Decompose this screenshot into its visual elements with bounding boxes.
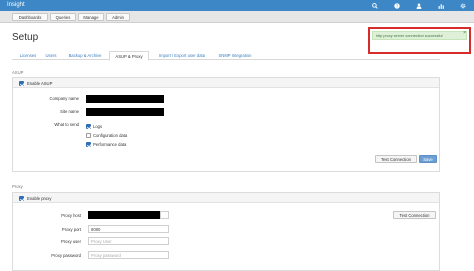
tab-import-export[interactable]: Import / Export user data bbox=[150, 51, 214, 60]
enable-proxy-label: Enable proxy bbox=[27, 196, 52, 201]
nav-admin[interactable]: Admin bbox=[106, 13, 130, 21]
company-name-field[interactable] bbox=[86, 95, 164, 103]
save-button[interactable]: Save bbox=[419, 155, 437, 163]
proxy-password-input[interactable]: Proxy password bbox=[88, 251, 169, 259]
enable-asup-checkbox[interactable] bbox=[19, 81, 24, 86]
enable-proxy-checkbox[interactable] bbox=[19, 196, 24, 201]
proxy-host-field-edge bbox=[160, 211, 169, 219]
top-icons: ? bbox=[364, 0, 474, 11]
asup-section-label: ASUP bbox=[12, 70, 24, 75]
gear-icon[interactable] bbox=[452, 0, 474, 11]
tab-snmp-integration[interactable]: SNMP Integration bbox=[215, 51, 255, 60]
proxy-host-field[interactable] bbox=[88, 211, 160, 219]
proxy-host-label: Proxy host bbox=[61, 213, 81, 218]
top-bar: Insight ? bbox=[0, 0, 474, 11]
proxy-test-connection-button[interactable]: Test Connection bbox=[393, 211, 436, 219]
performance-data-checkbox[interactable] bbox=[86, 142, 91, 147]
tab-licenses[interactable]: Licenses bbox=[15, 51, 41, 60]
logs-label: Logs bbox=[93, 124, 103, 129]
nav-manage[interactable]: Manage bbox=[78, 13, 104, 21]
company-name-label: Company name bbox=[49, 96, 79, 101]
asup-panel-header bbox=[13, 78, 439, 88]
tab-asup-proxy[interactable]: ASUP & Proxy bbox=[109, 51, 149, 61]
app-brand: Insight bbox=[7, 2, 25, 8]
nav-queries[interactable]: Queries bbox=[50, 13, 76, 21]
enable-asup-label: Enable ASUP bbox=[27, 81, 53, 86]
proxy-port-label: Proxy port bbox=[61, 227, 81, 232]
what-to-send-label: What to send bbox=[54, 122, 79, 127]
asup-panel: Enable ASUP Company name Site name What … bbox=[12, 77, 440, 172]
main-nav: Dashboards Queries Manage Admin bbox=[0, 11, 474, 23]
proxy-section-label: Proxy bbox=[12, 184, 23, 189]
help-icon[interactable]: ? bbox=[386, 0, 408, 11]
chart-icon[interactable] bbox=[430, 0, 452, 11]
success-toast: http proxy server connection successful … bbox=[368, 27, 471, 54]
proxy-port-input[interactable]: 8080 bbox=[88, 225, 169, 233]
proxy-password-label: Proxy password bbox=[51, 253, 81, 258]
user-icon[interactable] bbox=[408, 0, 430, 11]
close-icon[interactable]: × bbox=[463, 30, 466, 36]
toast-message: http proxy server connection successful bbox=[376, 34, 443, 38]
proxy-user-label: Proxy user bbox=[60, 239, 81, 244]
page-title: Setup bbox=[12, 32, 39, 43]
site-name-label: Site name bbox=[60, 109, 79, 114]
performance-data-label: Performance data bbox=[93, 142, 127, 147]
proxy-panel-header bbox=[13, 193, 439, 203]
proxy-user-input[interactable]: Proxy User bbox=[88, 237, 169, 245]
nav-dashboards[interactable]: Dashboards bbox=[12, 13, 48, 21]
tab-backup-archive[interactable]: Backup & Archive bbox=[62, 51, 108, 60]
tab-users[interactable]: Users bbox=[42, 51, 60, 60]
configuration-data-checkbox[interactable] bbox=[86, 133, 91, 138]
configuration-data-label: Configuration data bbox=[93, 133, 128, 138]
proxy-panel: Enable proxy Proxy host Proxy port 8080 … bbox=[12, 192, 440, 271]
logs-checkbox[interactable] bbox=[86, 124, 91, 129]
search-icon[interactable] bbox=[364, 0, 386, 11]
setup-tabs: Licenses Users Backup & Archive ASUP & P… bbox=[12, 51, 440, 61]
site-name-field[interactable] bbox=[86, 108, 164, 116]
asup-test-connection-button[interactable]: Test Connection bbox=[375, 155, 417, 163]
toast-message-box: http proxy server connection successful bbox=[372, 31, 467, 40]
